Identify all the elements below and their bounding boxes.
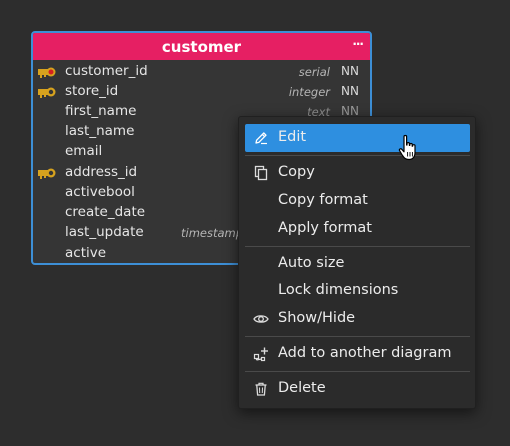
column-type: timestamp (181, 226, 244, 240)
column-name: active (65, 245, 107, 261)
menu-separator (245, 336, 470, 337)
menu-item-label: Auto size (278, 255, 345, 271)
column-name: email (65, 143, 103, 159)
primary-key-icon (38, 67, 56, 78)
foreign-key-icon (38, 168, 56, 179)
copy-icon (254, 165, 268, 181)
menu-separator (245, 246, 470, 247)
menu-item-apply-format[interactable]: Apply format (245, 215, 470, 243)
column-name: activebool (65, 184, 135, 200)
menu-item-delete[interactable]: Delete (245, 375, 470, 403)
menu-item-label: Delete (278, 380, 326, 396)
column-name: address_id (65, 164, 138, 180)
menu-item-show-hide[interactable]: Show/Hide (245, 305, 470, 333)
menu-item-auto-size[interactable]: Auto size (245, 250, 470, 278)
column-row-store-id[interactable]: store_id integer NN (33, 82, 370, 102)
menu-separator (245, 371, 470, 372)
eye-icon (253, 315, 269, 323)
hand-pointer-icon (398, 134, 416, 161)
menu-separator (245, 155, 470, 156)
column-name: first_name (65, 103, 137, 119)
column-name: last_name (65, 123, 135, 139)
menu-item-edit[interactable]: Edit (245, 124, 470, 152)
column-row-customer-id[interactable]: customer_id serial NN (33, 62, 370, 82)
table-header[interactable]: customer ··· (33, 33, 370, 60)
column-name: last_update (65, 224, 144, 240)
menu-item-label: Show/Hide (278, 310, 356, 326)
menu-item-label: Apply format (278, 220, 372, 236)
table-menu-dots-icon[interactable]: ··· (352, 37, 364, 51)
column-not-null: NN (341, 64, 359, 78)
column-type: serial (298, 65, 330, 79)
table-title: customer (161, 37, 242, 56)
menu-item-label: Lock dimensions (278, 282, 399, 298)
menu-item-copy-format[interactable]: Copy format (245, 187, 470, 215)
menu-item-label: Add to another diagram (278, 345, 452, 361)
menu-item-lock-dimensions[interactable]: Lock dimensions (245, 277, 470, 305)
menu-item-label: Copy format (278, 192, 368, 208)
add-to-diagram-icon (253, 347, 268, 362)
menu-item-label: Edit (278, 129, 307, 145)
menu-item-label: Copy (278, 164, 315, 180)
foreign-key-icon (38, 87, 56, 98)
context-menu: Edit Copy Copy format Apply format Auto … (238, 116, 476, 409)
pencil-icon (255, 132, 267, 145)
column-not-null: NN (341, 84, 359, 98)
column-name: create_date (65, 204, 146, 220)
column-name: store_id (65, 83, 119, 99)
menu-item-add-to-another-diagram[interactable]: Add to another diagram (245, 340, 470, 368)
trash-icon (255, 382, 267, 396)
column-type: integer (288, 85, 330, 99)
column-name: customer_id (65, 63, 148, 79)
menu-item-copy[interactable]: Copy (245, 159, 470, 187)
